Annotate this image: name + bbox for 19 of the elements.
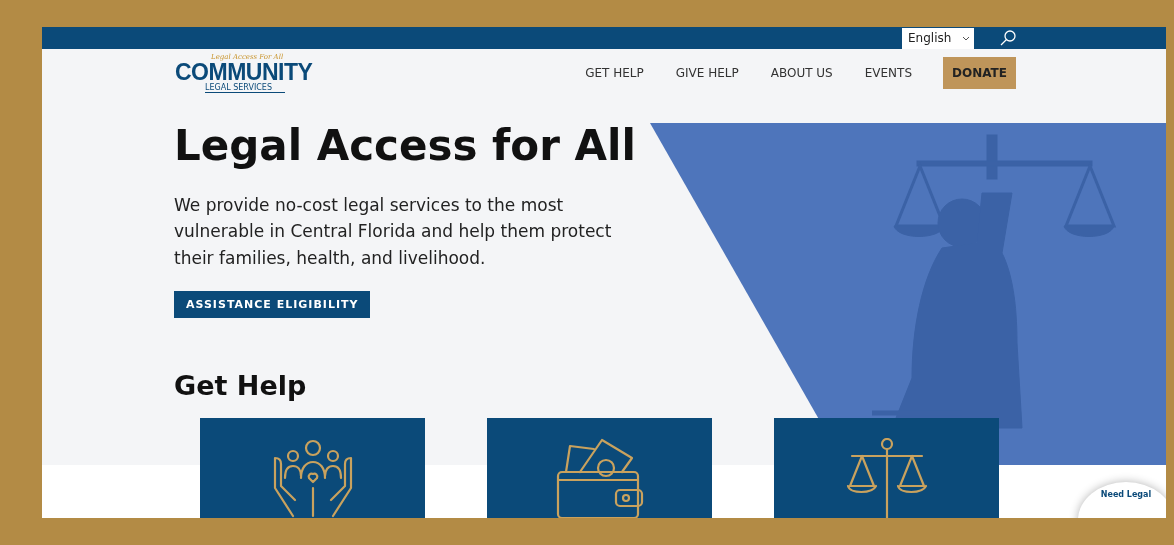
- nav-link[interactable]: EVENTS: [864, 66, 913, 81]
- section-title: Get Help: [174, 369, 308, 403]
- hero-title: Legal Access for All: [174, 119, 637, 172]
- nav-link[interactable]: ABOUT US: [770, 66, 833, 81]
- help-card[interactable]: [487, 418, 712, 518]
- logo-name: COMMUNITY: [175, 61, 314, 84]
- help-card[interactable]: [200, 418, 425, 518]
- nav-link[interactable]: GET HELP: [585, 66, 644, 81]
- language-select[interactable]: English: [902, 27, 974, 49]
- chevron-down-icon: [962, 35, 970, 41]
- hero-text: We provide no-cost legal services to the most vulnerable in Central Florida and help them protect their families, health, and livelihood.: [174, 193, 613, 270]
- help-card[interactable]: [774, 418, 999, 518]
- wallet-cash-icon: [555, 438, 644, 518]
- eligibility-button[interactable]: ASSISTANCE ELIGIBILITY: [174, 291, 371, 318]
- search-icon[interactable]: [1000, 30, 1016, 46]
- logo-subtitle: LEGAL SERVICES: [205, 83, 285, 94]
- chat-bubble[interactable]: Need Legal: [1078, 482, 1166, 518]
- nav-link[interactable]: GIVE HELP: [675, 66, 739, 81]
- donate-button[interactable]: DONATE: [943, 57, 1016, 90]
